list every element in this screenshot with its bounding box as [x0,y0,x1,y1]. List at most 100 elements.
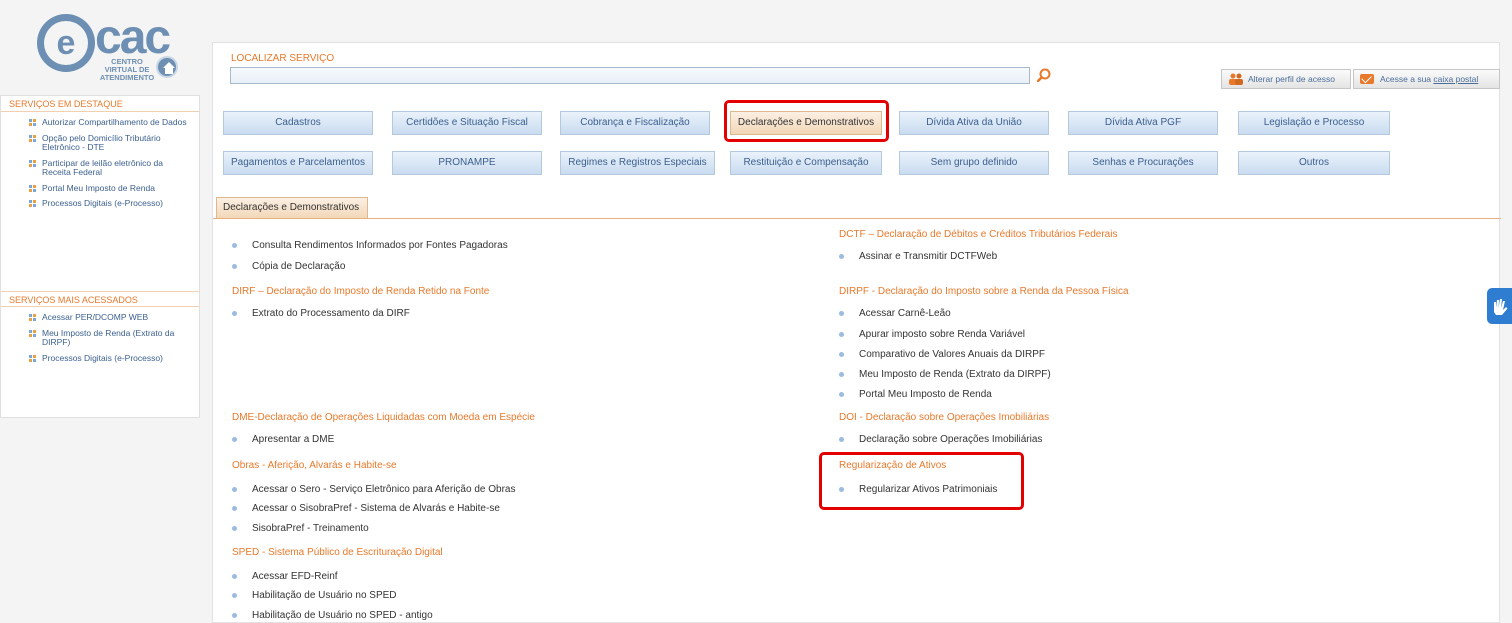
section-title-regularizacao: Regularização de Ativos [839,460,947,471]
link-apresentar-dme[interactable]: Apresentar a DME [232,434,334,445]
people-icon [1229,73,1243,85]
link-meu-ir-extrato[interactable]: Meu Imposto de Renda (Extrato da DIRPF) [839,369,1051,380]
link-comparativo-dirpf[interactable]: Comparativo de Valores Anuais da DIRPF [839,349,1045,360]
category-outros[interactable]: Outros [1238,151,1390,175]
bullet-icon [232,526,237,531]
section-title-dme: DME-Declaração de Operações Liquidadas c… [232,412,535,423]
sidebar-item-perdcomp[interactable]: Acessar PER/DCOMP WEB [1,312,199,323]
bullet-icon [232,593,237,598]
bullet-icon [232,613,237,618]
link-portal-meu-ir[interactable]: Portal Meu Imposto de Renda [839,389,992,400]
caixa-postal-link[interactable]: caixa postal [1433,74,1478,84]
link-sisobrapref-treinamento[interactable]: SisobraPref - Treinamento [232,523,369,534]
category-pronampe[interactable]: PRONAMPE [392,151,542,175]
bullet-icon [232,506,237,511]
category-certidoes[interactable]: Certidões e Situação Fiscal [392,111,542,135]
link-dctfweb[interactable]: Assinar e Transmitir DCTFWeb [839,251,997,262]
grid-bullet-icon [29,184,37,192]
bullet-icon [839,311,844,316]
section-title-dirf: DIRF – Declaração do Imposto de Renda Re… [232,286,490,297]
caixa-postal-button[interactable]: Acesse a sua caixa postal [1353,69,1500,89]
category-pagamentos[interactable]: Pagamentos e Parcelamentos [223,151,373,175]
link-carne-leao[interactable]: Acessar Carnê-Leão [839,308,951,319]
acessados-section: SERVIÇOS MAIS ACESSADOS Acessar PER/DCOM… [1,291,199,369]
sidebar-item-meu-ir[interactable]: Meu Imposto de Renda (Extrato da DIRPF) [1,328,199,348]
grid-bullet-icon [29,329,37,337]
accessibility-widget[interactable] [1487,288,1512,324]
bullet-icon [232,437,237,442]
destaque-title: SERVIÇOS EM DESTAQUE [1,96,199,112]
acessados-list: Acessar PER/DCOMP WEB Meu Imposto de Ren… [1,307,199,363]
link-doi[interactable]: Declaração sobre Operações Imobiliárias [839,434,1042,445]
category-cobranca[interactable]: Cobrança e Fiscalização [560,111,710,135]
search-icon[interactable] [1037,68,1051,82]
bullet-icon [839,254,844,259]
search-input[interactable] [230,67,1030,84]
bullet-icon [232,264,237,269]
bullet-icon [232,487,237,492]
caixa-prefix: Acesse a sua [1380,74,1434,84]
bullet-icon [839,352,844,357]
category-sem-grupo[interactable]: Sem grupo definido [899,151,1049,175]
bullet-icon [232,574,237,579]
section-title-doi: DOI - Declaração sobre Operações Imobili… [839,412,1050,423]
tab-divider [213,218,1501,219]
mail-icon [1360,74,1374,84]
sidebar-item-eprocesso-2[interactable]: Processos Digitais (e-Processo) [1,353,199,364]
sidebar-item-portal-ir[interactable]: Portal Meu Imposto de Renda [1,183,199,194]
sidebar: SERVIÇOS EM DESTAQUE Autorizar Compartil… [0,95,200,418]
sidebar-item-dte[interactable]: Opção pelo Domicílio Tributário Eletrôni… [1,133,199,153]
link-sisobrapref[interactable]: Acessar o SisobraPref - Sistema de Alvar… [232,503,500,514]
alterar-perfil-button[interactable]: Alterar perfil de acesso [1221,69,1351,89]
category-divida-pgf[interactable]: Dívida Ativa PGF [1068,111,1218,135]
section-title-obras: Obras - Aferição, Alvarás e Habite-se [232,460,397,471]
link-sero[interactable]: Acessar o Sero - Serviço Eletrônico para… [232,484,515,495]
grid-bullet-icon [29,314,37,321]
sidebar-item-eprocesso[interactable]: Processos Digitais (e-Processo) [1,198,199,209]
link-regularizar-ativos[interactable]: Regularizar Ativos Patrimoniais [839,484,997,495]
svg-text:e: e [57,24,76,62]
section-title-sped: SPED - Sistema Público de Escrituração D… [232,547,443,558]
home-icon[interactable] [156,56,178,78]
category-senhas[interactable]: Senhas e Procurações [1068,151,1218,175]
grid-bullet-icon [29,200,37,207]
logo-subtitle: CENTRO VIRTUAL DE ATENDIMENTO [99,57,155,82]
grid-bullet-icon [29,354,37,362]
search-label: LOCALIZAR SERVIÇO [231,53,335,64]
section-title-dirpf: DIRPF - Declaração do Imposto sobre a Re… [839,286,1129,297]
grid-bullet-icon [29,134,37,142]
bullet-icon [839,372,844,377]
link-consulta-rendimentos[interactable]: Consulta Rendimentos Informados por Font… [232,240,508,251]
bullet-icon [839,392,844,397]
grid-bullet-icon [29,159,37,167]
acessados-title: SERVIÇOS MAIS ACESSADOS [1,291,199,307]
e-logo-icon: e [37,14,95,72]
sidebar-item-leilao[interactable]: Participar de leilão eletrônico da Recei… [1,158,199,178]
main-panel: Cadastros Certidões e Situação Fiscal Co… [212,92,1501,623]
category-restituicao[interactable]: Restituição e Compensação [730,151,882,175]
category-divida-uniao[interactable]: Dívida Ativa da União [899,111,1049,135]
bullet-icon [232,243,237,248]
search-area: LOCALIZAR SERVIÇO Alterar perfil de aces… [212,42,1500,92]
grid-bullet-icon [29,119,37,126]
bullet-icon [839,332,844,337]
bullet-icon [839,437,844,442]
header: e cac CENTRO VIRTUAL DE ATENDIMENTO LOCA… [0,0,1512,92]
alterar-perfil-label: Alterar perfil de acesso [1248,74,1335,84]
link-habilitacao-sped-antigo[interactable]: Habilitação de Usuário no SPED - antigo [232,610,433,621]
section-title-dctf: DCTF – Declaração de Débitos e Créditos … [839,229,1118,240]
category-legislacao[interactable]: Legislação e Processo [1238,111,1390,135]
category-declaracoes[interactable]: Declarações e Demonstrativos [730,111,882,135]
link-efd-reinf[interactable]: Acessar EFD-Reinf [232,571,338,582]
sidebar-item-compartilhamento[interactable]: Autorizar Compartilhamento de Dados [1,117,199,128]
bullet-icon [232,311,237,316]
link-copia-declaracao[interactable]: Cópia de Declaração [232,261,345,272]
sign-language-icon [1494,299,1508,315]
category-cadastros[interactable]: Cadastros [223,111,373,135]
category-regimes[interactable]: Regimes e Registros Especiais [560,151,715,175]
tab-declaracoes[interactable]: Declarações e Demonstrativos [216,197,368,219]
link-extrato-dirf[interactable]: Extrato do Processamento da DIRF [232,308,410,319]
link-habilitacao-sped[interactable]: Habilitação de Usuário no SPED [232,590,397,601]
bullet-icon [839,487,844,492]
link-renda-variavel[interactable]: Apurar imposto sobre Renda Variável [839,329,1025,340]
